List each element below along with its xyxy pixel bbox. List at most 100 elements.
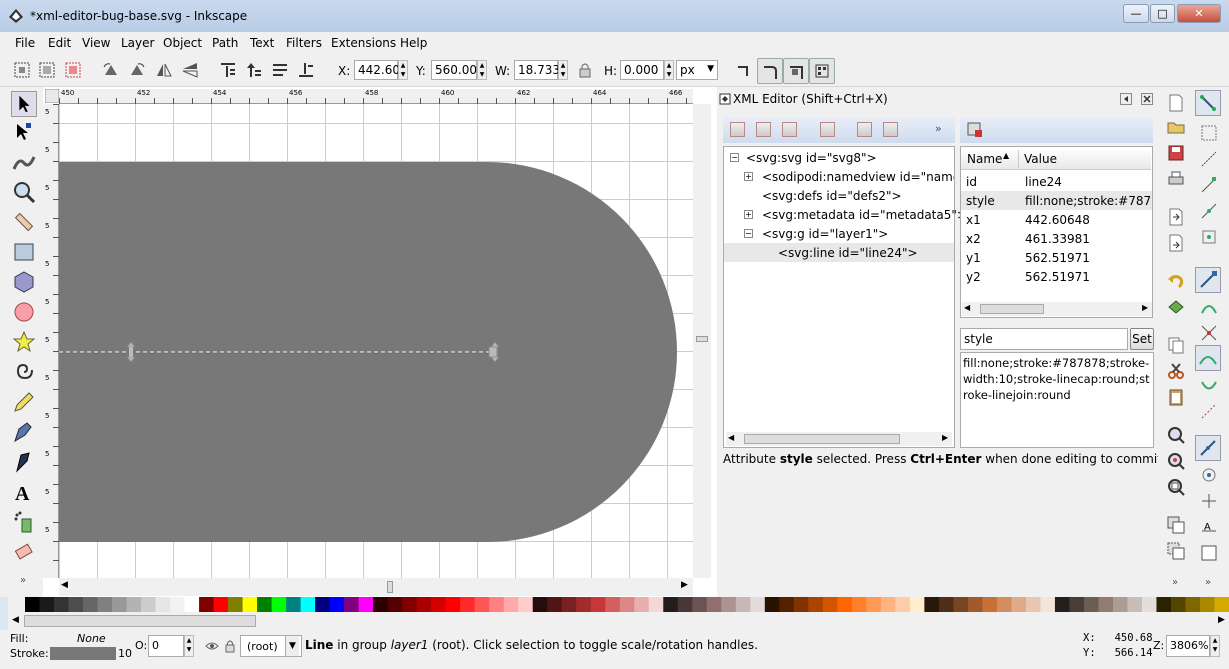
more-tools-icon[interactable]: » [20,575,26,586]
canvas-vertical-scrollbar[interactable] [693,104,711,578]
color-swatch[interactable] [474,597,490,612]
color-swatch[interactable] [402,597,418,612]
color-swatch[interactable] [286,597,302,612]
scroll-right-icon[interactable]: ▶ [942,433,948,442]
eraser-tool-icon[interactable] [11,539,37,565]
lower-icon[interactable] [271,61,289,79]
color-swatch[interactable] [837,597,853,612]
palette-scrollbar[interactable]: ◀ ▶ [8,612,1229,630]
rotate-cw-icon[interactable] [128,61,146,79]
color-swatch[interactable] [895,597,911,612]
snap-center-icon[interactable] [1199,227,1219,247]
snap-smooth-icon[interactable] [1199,377,1219,397]
attribute-name[interactable]: id [966,175,977,189]
delete-node-button[interactable] [820,122,835,137]
color-swatch[interactable] [590,597,606,612]
menu-help[interactable]: Help [400,36,427,50]
attribute-name-input[interactable]: style [960,328,1128,350]
eye-icon[interactable] [205,639,219,653]
panel-close-icon[interactable] [1141,93,1153,105]
maximize-button[interactable]: □ [1150,4,1175,23]
color-swatch[interactable] [257,597,273,612]
y-spinner[interactable]: ▲ ▼ [477,60,487,80]
color-swatch[interactable] [1214,597,1229,612]
color-swatch[interactable] [866,597,882,612]
rotate-ccw-icon[interactable] [102,61,120,79]
color-swatch[interactable] [924,597,940,612]
unindent-node-button[interactable] [857,122,872,137]
color-swatch[interactable] [953,597,969,612]
scale-corners-toggle[interactable] [757,58,783,84]
color-swatch[interactable] [1141,597,1157,612]
duplicate-icon[interactable] [1166,515,1186,535]
set-attribute-button[interactable]: Set [1130,328,1154,350]
color-swatch[interactable] [547,597,563,612]
color-swatch[interactable] [808,597,824,612]
color-swatch[interactable] [358,597,374,612]
snap-others-toggle[interactable] [1195,435,1221,461]
scroll-left-icon[interactable]: ◀ [728,433,734,442]
tree-node[interactable]: <svg:svg id="svg8"> [746,151,877,165]
minimize-button[interactable]: — [1123,4,1149,23]
color-swatch[interactable] [460,597,476,612]
import-icon[interactable] [1166,207,1186,227]
color-swatch[interactable] [199,597,215,612]
color-swatch[interactable] [576,597,592,612]
layer-dropdown[interactable]: (root) ▼ [240,635,302,657]
menu-text[interactable]: Text [250,36,274,50]
tree-hscroll-thumb[interactable] [744,434,900,444]
select-all-icon[interactable] [13,61,31,79]
color-swatch[interactable] [445,597,461,612]
tree-node[interactable]: <svg:defs id="defs2"> [762,189,902,203]
xml-node-tree[interactable]: − <svg:svg id="svg8"> + <sodipodi:namedv… [723,146,967,448]
paste-icon[interactable] [1166,387,1186,407]
color-swatch[interactable] [909,597,925,612]
close-button[interactable]: ✕ [1177,4,1221,23]
color-swatch[interactable] [300,597,316,612]
attribute-value[interactable]: 442.60648 [1025,213,1151,227]
color-swatch[interactable] [1011,597,1027,612]
palette-scroll-thumb[interactable] [24,615,256,627]
color-swatch[interactable] [431,597,447,612]
collapse-icon[interactable]: − [730,153,739,162]
color-swatch[interactable] [822,597,838,612]
color-swatch[interactable] [779,597,795,612]
hscroll-thumb[interactable] [387,581,393,593]
snap-bbox-corner-icon[interactable] [1199,175,1219,195]
attribute-value-textarea[interactable]: fill:none;stroke:#787878;stroke-width:10… [960,352,1154,448]
attribute-name[interactable]: style [966,194,995,208]
color-swatch[interactable] [764,597,780,612]
raise-icon[interactable] [245,61,263,79]
tree-node[interactable]: <svg:metadata id="metadata5"> [762,208,967,222]
color-swatch[interactable] [648,597,664,612]
color-swatch[interactable] [1069,597,1085,612]
snap-nodes-toggle[interactable] [1195,267,1221,293]
more-node-actions-icon[interactable]: » [935,122,942,135]
collapse-icon[interactable]: − [744,229,753,238]
more-commands-icon[interactable]: » [1172,577,1178,588]
color-swatch[interactable] [242,597,258,612]
3d-box-tool-icon[interactable] [11,269,37,295]
attribute-value[interactable]: 562.51971 [1025,251,1151,265]
spray-tool-icon[interactable] [11,509,37,535]
attribute-name[interactable]: y2 [966,270,981,284]
zoom-page-icon[interactable] [1166,477,1186,497]
cut-icon[interactable] [1166,361,1186,381]
scroll-left-icon[interactable]: ◀ [12,615,19,625]
new-document-icon[interactable] [1166,93,1186,113]
selector-tool-icon[interactable] [11,91,37,117]
x-input[interactable]: 442.606 [354,60,408,80]
color-palette[interactable] [8,597,1229,612]
name-column-header[interactable]: Name [967,152,1002,166]
color-swatch[interactable] [68,597,84,612]
color-swatch[interactable] [489,597,505,612]
padlock-icon[interactable] [224,639,236,653]
color-swatch[interactable] [1156,597,1172,612]
color-swatch[interactable] [54,597,70,612]
zoom-spinner[interactable]: ▲ ▼ [1210,635,1220,657]
color-swatch[interactable] [996,597,1012,612]
attribute-value[interactable]: 562.51971 [1025,270,1151,284]
color-swatch[interactable] [315,597,331,612]
lock-icon[interactable] [576,61,594,79]
menu-path[interactable]: Path [212,36,238,50]
